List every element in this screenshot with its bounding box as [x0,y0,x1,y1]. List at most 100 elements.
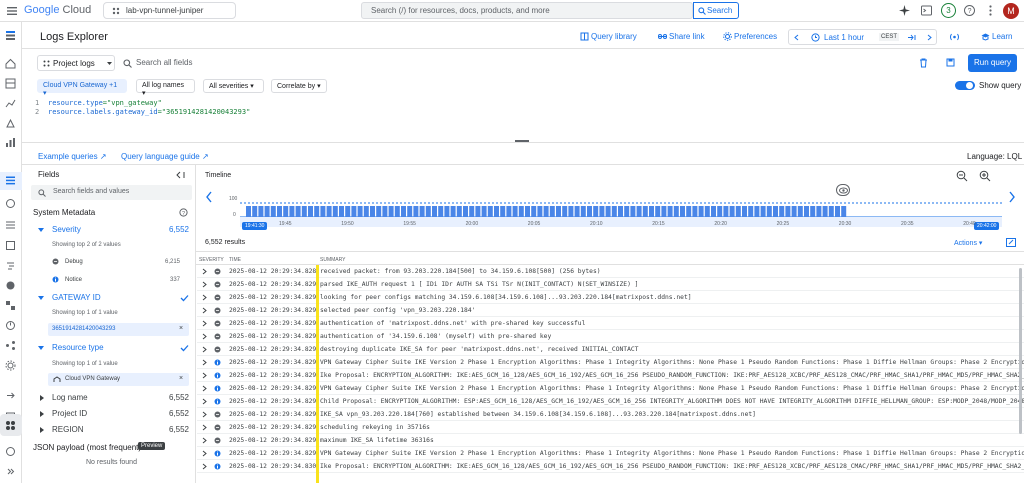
resource-value-remove[interactable]: × [179,375,183,382]
histogram-bar[interactable] [562,206,568,217]
stream-logs-icon[interactable] [948,32,961,42]
expand-row-icon[interactable] [202,463,207,470]
expand-row-icon[interactable] [202,424,207,431]
histogram-bar[interactable] [463,206,468,217]
histogram-bar[interactable] [363,206,369,217]
histogram-bar[interactable] [345,206,351,217]
query-library-link[interactable]: Query library [580,32,637,41]
api-icon[interactable] [5,390,16,401]
global-search-input[interactable]: Search (/) for resources, docs, products… [361,2,693,19]
expand-rail-icon[interactable] [5,466,16,477]
trace-icon[interactable] [5,260,16,271]
histogram-bar[interactable] [425,206,431,217]
chip-resource-filter[interactable]: Cloud VPN Gateway +1 ▾ [37,79,127,97]
histogram-bar[interactable] [537,206,543,217]
histogram-bar[interactable] [649,206,654,217]
histogram-bar[interactable] [500,206,506,217]
histogram-bar[interactable] [487,206,493,217]
expand-row-icon[interactable] [202,437,207,444]
expand-row-icon[interactable] [202,372,207,379]
histogram-bar[interactable] [773,206,778,217]
histogram-bar[interactable] [686,206,692,217]
histogram-bar[interactable] [593,206,599,217]
run-query-button[interactable]: Run query [968,54,1017,72]
timeline-start-label[interactable]: 19:41:30 [242,222,268,230]
timeline-end-label[interactable]: 20:42:00 [974,222,1000,230]
col-header-severity[interactable]: SEVERITY [199,257,224,263]
show-query-toggle[interactable] [955,81,975,90]
log-row[interactable]: 2025-08-12 20:29:34.829 Child Proposal: E… [197,395,1024,408]
histogram-bar[interactable] [748,206,754,217]
expand-row-icon[interactable] [202,346,207,353]
histogram-bar[interactable] [283,206,289,217]
delete-icon[interactable] [919,58,928,68]
expand-row-icon[interactable] [202,385,207,392]
histogram-bar[interactable] [506,206,512,217]
histogram-bar[interactable] [680,206,685,217]
expand-row-icon[interactable] [202,411,207,418]
expand-row-icon[interactable] [202,333,207,340]
timeline-prev-icon[interactable] [205,191,213,203]
avatar[interactable]: M [1003,3,1019,19]
expand-row-icon[interactable] [202,359,207,366]
histogram-bar[interactable] [835,206,840,217]
profiler-icon[interactable] [5,300,16,311]
expand-view-icon[interactable] [1006,238,1016,247]
histogram-bar[interactable] [444,206,450,217]
log-row[interactable]: 2025-08-12 20:29:34.829 VPN Gateway Ciphe… [197,447,1024,460]
histogram-bar[interactable] [822,206,828,217]
histogram-bar[interactable] [711,206,716,217]
log-row[interactable]: 2025-08-12 20:29:34.829 looking for peer … [197,291,1024,304]
project-picker[interactable]: lab-vpn-tunnel-juniper [103,2,236,19]
histogram-bar[interactable] [568,206,574,217]
histogram-bar[interactable] [376,206,382,217]
histogram-bar[interactable] [574,206,580,217]
gemini-sparkle-icon[interactable] [898,4,911,17]
histogram-bar[interactable] [413,206,419,217]
alerting-icon[interactable] [5,118,16,129]
log-row[interactable]: 2025-08-12 20:29:34.829 VPN Gateway Ciphe… [197,382,1024,395]
pinned-products-icon[interactable] [5,420,16,431]
zoom-in-icon[interactable] [979,170,991,182]
histogram-bar[interactable] [308,206,313,217]
histogram-bar[interactable] [636,206,642,217]
query-language-guide-link[interactable]: Query language guide ↗ [121,152,209,161]
uptime-icon[interactable] [5,320,16,331]
more-vert-icon[interactable] [984,4,997,17]
expand-row-icon[interactable] [202,268,207,275]
chip-log-names[interactable]: All log names ▾ [136,79,195,97]
histogram-bar[interactable] [512,206,518,217]
expand-row-icon[interactable] [202,320,207,327]
search-button[interactable]: Search [693,2,739,19]
time-range-label[interactable]: Last 1 hour [824,33,864,42]
histogram-bar[interactable] [692,206,698,217]
histogram-bar[interactable] [277,206,282,217]
col-header-summary[interactable]: SUMMARY [320,257,345,263]
log-row[interactable]: 2025-08-12 20:29:34.829 scheduling rekeyi… [197,421,1024,434]
error-reporting-icon[interactable] [5,280,16,291]
histogram-bar[interactable] [698,206,704,217]
preferences-button[interactable]: Preferences [723,32,777,41]
histogram-bar[interactable] [580,206,586,217]
severity-value-notice[interactable]: Notice [65,277,82,283]
log-row[interactable]: 2025-08-12 20:29:34.829 parsed IKE_AUTH r… [197,278,1024,291]
histogram-bar[interactable] [475,206,481,217]
histogram-bar[interactable] [481,206,487,217]
project-logs-scope[interactable]: Project logs [37,55,115,71]
histogram-bar[interactable] [816,206,822,217]
histogram-bar[interactable] [735,206,741,217]
chip-correlate-by[interactable]: Correlate by ▾ [271,79,327,93]
histogram-bar[interactable] [797,206,803,217]
histogram-bar[interactable] [394,206,400,217]
histogram-bar[interactable] [456,206,462,217]
histogram-bar[interactable] [357,206,363,217]
histogram-bar[interactable] [388,206,394,217]
help-icon[interactable]: ? [179,208,188,217]
histogram-bar[interactable] [314,206,320,217]
col-header-time[interactable]: TIME [229,257,241,263]
histogram-bar[interactable] [754,206,760,217]
histogram-bar[interactable] [791,206,797,217]
notifications-badge[interactable]: 3 [941,3,956,18]
time-back-icon[interactable] [793,34,800,41]
histogram-bar[interactable] [760,206,766,217]
